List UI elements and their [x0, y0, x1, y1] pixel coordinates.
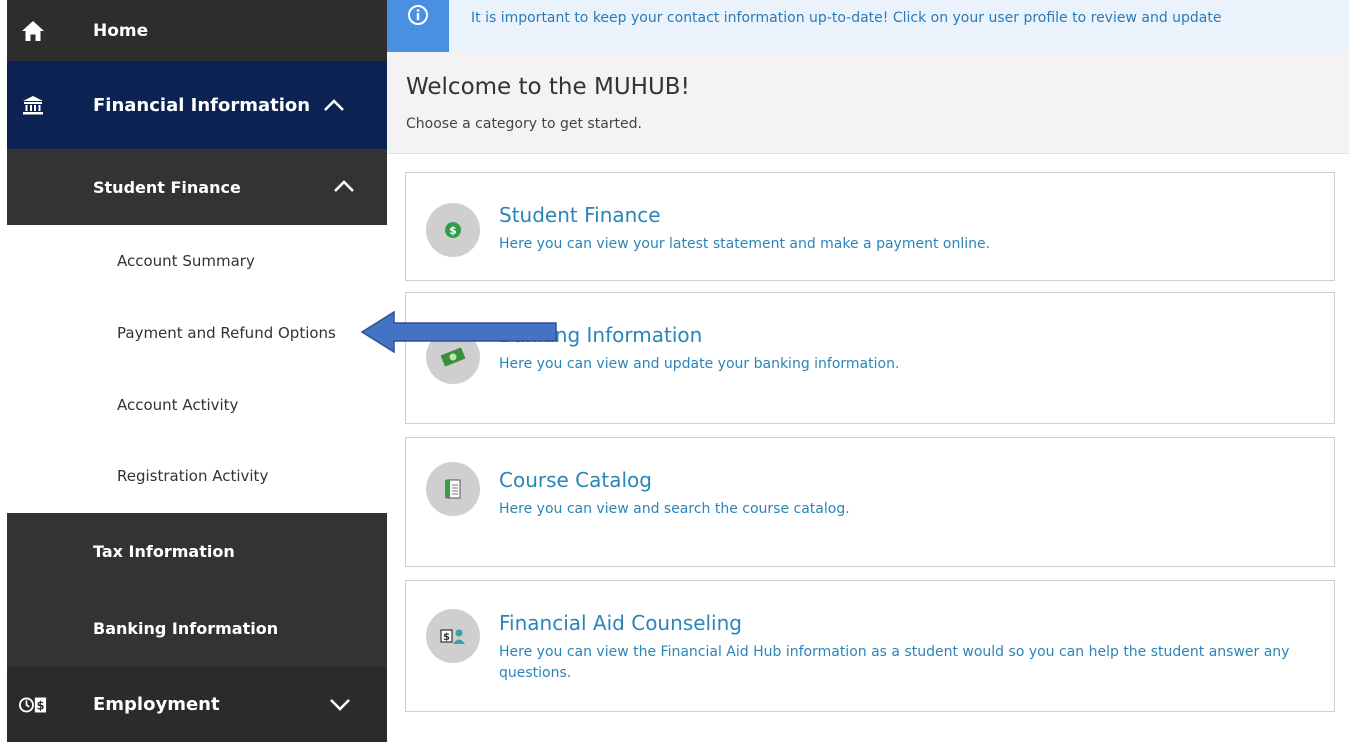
counselor-icon: $ [426, 609, 480, 663]
sidebar-item-label: Tax Information [93, 541, 235, 561]
clock-dollar-icon: $ [19, 691, 47, 719]
sidebar-item-label: Banking Information [93, 618, 279, 638]
category-card-student-finance[interactable]: $ Student Finance Here you can view your… [405, 172, 1335, 281]
sidebar-item-tax-information[interactable]: Tax Information [7, 513, 387, 589]
sidebar-subitem-registration-activity[interactable]: Registration Activity [117, 467, 268, 485]
sidebar-subitem-account-summary[interactable]: Account Summary [117, 252, 255, 270]
info-banner: It is important to keep your contact inf… [387, 0, 1349, 52]
card-title[interactable]: Financial Aid Counseling [499, 611, 742, 635]
welcome-header: Welcome to the MUHUB! Choose a category … [387, 52, 1349, 154]
category-card-course-catalog[interactable]: Course Catalog Here you can view and sea… [405, 437, 1335, 567]
card-description: Here you can view and update your bankin… [499, 356, 900, 372]
sidebar-item-employment[interactable]: $ Employment [7, 667, 387, 742]
sidebar-item-financial-information[interactable]: Financial Information [7, 61, 387, 149]
sidebar-item-label: Financial Information [93, 94, 311, 116]
info-icon [387, 0, 449, 52]
chevron-up-icon[interactable] [333, 179, 355, 193]
sidebar-item-banking-information[interactable]: Banking Information [7, 589, 387, 667]
sidebar-item-label: Home [93, 20, 149, 41]
bank-icon [19, 91, 47, 119]
card-description: Here you can view the Financial Aid Hub … [499, 644, 1290, 681]
sidebar-subitem-payment-refund-options[interactable]: Payment and Refund Options [117, 324, 336, 342]
sidebar: Home Financial Information Student Finan… [0, 0, 387, 742]
card-description: Here you can view and search the course … [499, 501, 850, 517]
banner-message[interactable]: It is important to keep your contact inf… [471, 10, 1221, 26]
card-description: Here you can view your latest statement … [499, 236, 991, 252]
svg-text:$: $ [37, 699, 45, 712]
sidebar-subitem-account-activity[interactable]: Account Activity [117, 396, 238, 414]
dollar-coin-icon: $ [426, 203, 480, 257]
card-title[interactable]: Course Catalog [499, 468, 652, 492]
sidebar-item-home[interactable]: Home [7, 0, 387, 61]
chevron-up-icon[interactable] [323, 98, 345, 112]
sidebar-item-student-finance[interactable]: Student Finance [7, 149, 387, 225]
home-icon [19, 17, 47, 45]
chevron-down-icon[interactable] [329, 698, 351, 712]
card-title[interactable]: Student Finance [499, 203, 661, 227]
category-card-financial-aid-counseling[interactable]: $ Financial Aid Counseling Here you can … [405, 580, 1335, 712]
page-title: Welcome to the MUHUB! [406, 74, 690, 100]
page-subtitle: Choose a category to get started. [406, 116, 642, 132]
svg-text:$: $ [449, 224, 457, 237]
sidebar-item-label: Student Finance [93, 177, 241, 197]
notebook-icon [426, 462, 480, 516]
svg-text:$: $ [443, 632, 450, 643]
sidebar-item-label: Employment [93, 694, 220, 715]
annotation-arrow-icon [360, 310, 557, 354]
